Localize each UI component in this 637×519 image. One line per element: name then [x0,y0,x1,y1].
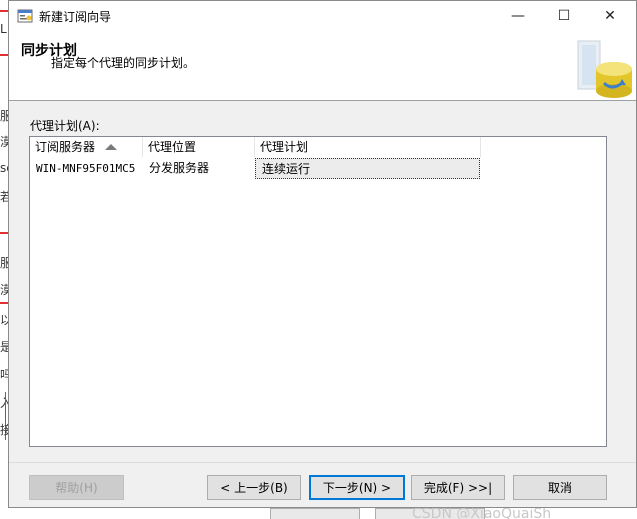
window-title: 新建订阅向导 [39,10,112,24]
title-bar[interactable]: 新建订阅向导 — ☐ ✕ [9,1,636,31]
wizard-header: 同步计划 指定每个代理的同步计划。 [9,31,636,101]
table-row[interactable]: WIN-MNF95F01MC5 分发服务器 连续运行 [30,158,480,179]
agent-location-cell: 分发服务器 [149,161,210,175]
background-button [270,508,360,519]
watermark-text: CSDN @XiaoQuaiSh [412,508,552,519]
background-text: 入 [0,396,8,410]
agent-schedule-label: 代理计划(A): [30,119,100,133]
background-red-line [0,54,8,56]
background-text: 是 [0,340,8,354]
background-app-strip: L 服 漠 sc 若 服 漠 以 是 吗 入 接 [0,0,8,519]
background-text: 吗 [0,368,8,382]
background-red-line [0,232,8,234]
maximize-button[interactable]: ☐ [541,1,587,31]
footer-divider [9,462,636,463]
subscriber-cell: WIN-MNF95F01MC5 [36,162,136,175]
close-button[interactable]: ✕ [587,1,633,31]
column-header-schedule[interactable]: 代理计划 [255,137,481,157]
background-text: 以 [0,313,8,327]
help-button[interactable]: 帮助(H) [29,475,124,500]
new-subscription-wizard-dialog: 新建订阅向导 — ☐ ✕ 同步计划 指定每个代理的同步计划。 代理计划(A): … [8,0,637,508]
cancel-button[interactable]: 取消 [513,475,607,500]
back-button[interactable]: < 上一步(B) [207,475,301,500]
column-header-label: 代理计划 [260,140,309,154]
background-text: L [0,22,7,36]
wizard-app-icon [17,9,33,23]
minimize-button[interactable]: — [495,1,541,31]
agent-schedule-list[interactable]: 订阅服务器 代理位置 代理计划 WIN-MNF95F01MC5 分发服务器 连续… [29,136,607,447]
background-text: 漠 [0,135,8,149]
column-header-subscriber[interactable]: 订阅服务器 [30,137,143,157]
background-text: 接 [0,423,8,437]
background-text: sc [0,161,8,175]
next-button[interactable]: 下一步(N) > [309,475,405,500]
sort-ascending-icon [105,144,117,150]
column-header-label: 订阅服务器 [35,140,96,154]
column-header-label: 代理位置 [148,140,197,154]
background-bottom-strip: CSDN @XiaoQuaiSh [0,508,637,519]
background-text: 漠 [0,283,8,297]
agent-schedule-cell[interactable]: 连续运行 [255,158,480,179]
database-replication-icon [577,40,632,98]
column-header-location[interactable]: 代理位置 [143,137,255,157]
background-text: 服 [0,109,8,123]
background-red-line [0,10,8,12]
finish-button[interactable]: 完成(F) >>| [411,475,505,500]
background-text: 若 [0,190,8,204]
background-text: 服 [0,256,8,270]
page-subtitle: 指定每个代理的同步计划。 [51,56,196,70]
background-red-line [0,302,8,304]
